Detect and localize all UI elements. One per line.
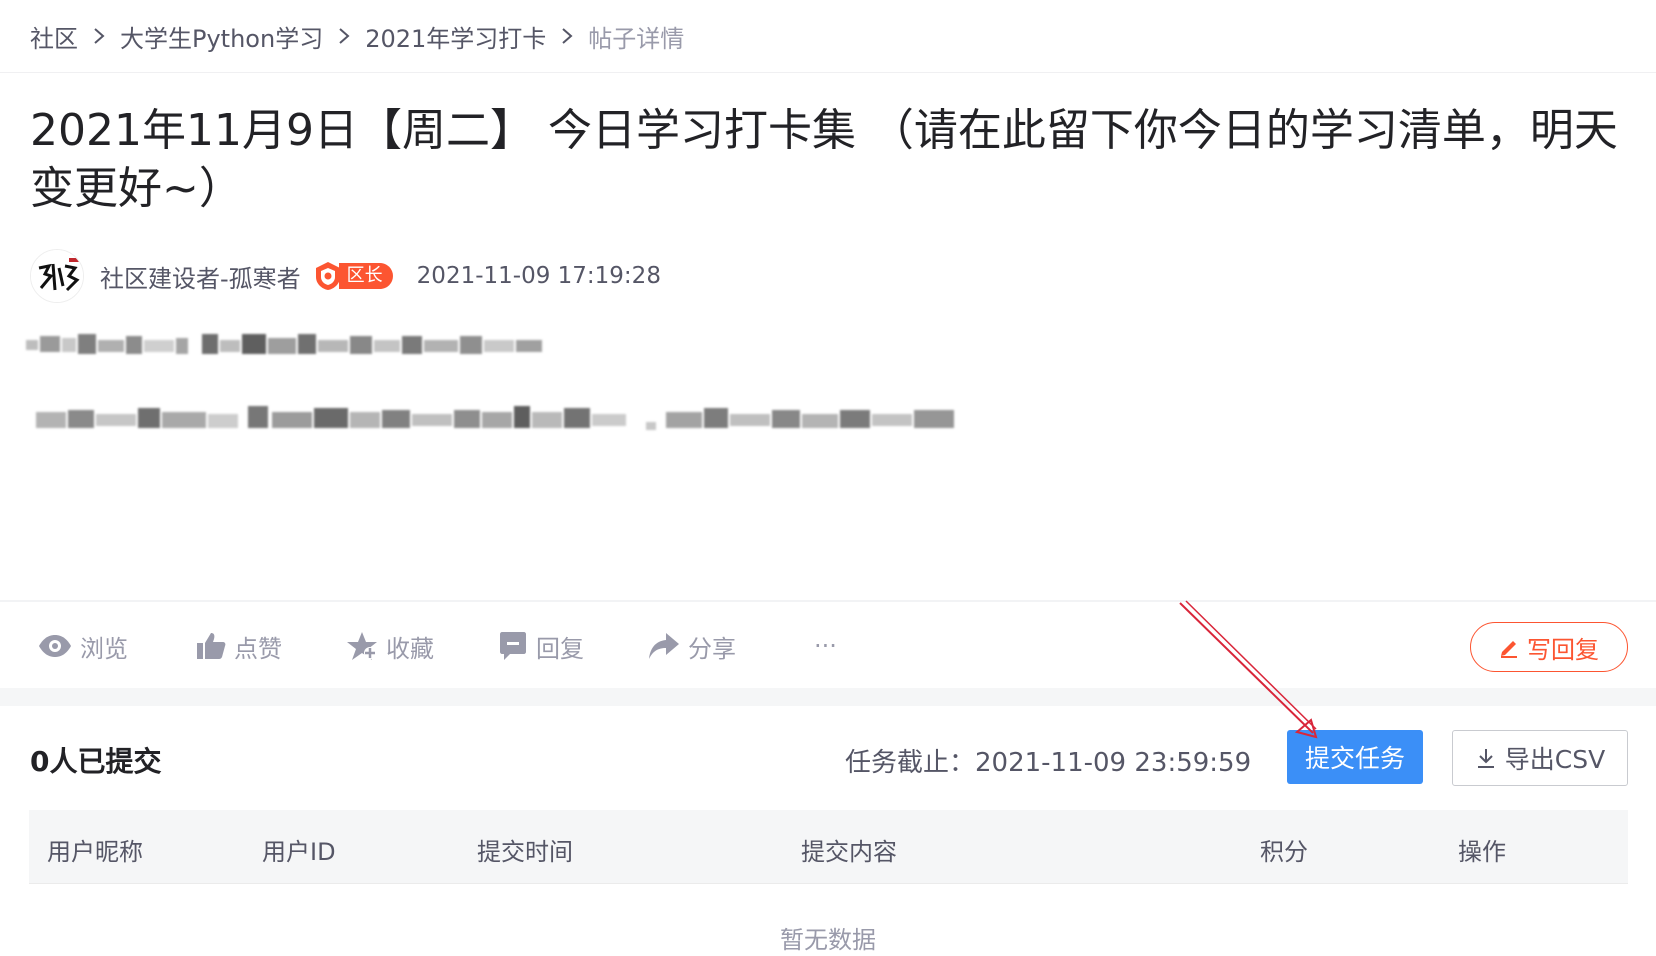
eye-icon (39, 635, 71, 657)
badge-label: 区长 (338, 263, 393, 289)
share-arrow-icon (649, 633, 679, 659)
chevron-right-icon (337, 26, 351, 46)
column-actions: 操作 (1458, 838, 1506, 866)
pencil-icon (1501, 641, 1517, 658)
avatar[interactable] (30, 249, 84, 303)
breadcrumb-group[interactable]: 大学生Python学习 (120, 19, 323, 54)
download-icon (1477, 749, 1494, 768)
write-reply-label: 写回复 (1527, 635, 1599, 664)
like-label: 点赞 (234, 634, 282, 663)
submitted-count: 0人已提交 (30, 745, 162, 778)
comment-icon (500, 632, 526, 660)
reply-action-button[interactable]: 回复 (498, 624, 584, 668)
column-nickname: 用户昵称 (47, 838, 143, 866)
breadcrumb-community[interactable]: 社区 (30, 19, 78, 54)
blurred-content-line-2 (36, 406, 954, 430)
author-info: 社区建设者-孤寒者 区长 2021-11-09 17:19:28 (30, 248, 661, 304)
column-submit-time: 提交时间 (477, 838, 573, 866)
export-csv-button[interactable]: 导出CSV (1452, 730, 1628, 786)
breadcrumb: 社区 大学生Python学习 2021年学习打卡 帖子详情 (30, 18, 684, 54)
export-csv-label: 导出CSV (1504, 745, 1606, 774)
submissions-table-header: 用户昵称 用户ID 提交时间 提交内容 积分 操作 (29, 810, 1628, 884)
like-button[interactable]: 点赞 (196, 624, 282, 668)
breadcrumb-current: 帖子详情 (588, 24, 685, 53)
reply-label: 回复 (536, 634, 584, 663)
author-name[interactable]: 社区建设者-孤寒者 (100, 259, 301, 294)
favorite-button[interactable]: 收藏 (346, 624, 434, 668)
post-time: 2021-11-09 17:19:28 (416, 263, 661, 289)
blurred-content-line-1 (26, 334, 542, 354)
submit-task-button[interactable]: 提交任务 (1287, 730, 1423, 784)
task-deadline: 任务截止：2021-11-09 23:59:59 (845, 748, 1252, 778)
thumbs-up-icon (197, 633, 226, 659)
chevron-right-icon (92, 26, 106, 46)
column-user-id: 用户ID (262, 838, 336, 866)
favorite-label: 收藏 (386, 634, 434, 663)
share-button[interactable]: 分享 (648, 624, 736, 668)
more-button[interactable]: ··· (814, 624, 837, 668)
column-submit-content: 提交内容 (801, 838, 897, 866)
write-reply-button[interactable]: 写回复 (1470, 622, 1628, 672)
more-icon: ··· (814, 632, 837, 660)
action-bar: 浏览 点赞 收藏 回复 分享 ··· 写回复 (0, 600, 1656, 688)
share-label: 分享 (688, 634, 736, 663)
post-title: 2021年11月9日【周二】 今日学习打卡集 （请在此留下你今日的学习清单，明天… (30, 105, 1618, 214)
divider (0, 72, 1656, 73)
view-button[interactable]: 浏览 (38, 624, 128, 668)
empty-state-text: 暂无数据 (780, 926, 876, 954)
section-divider (0, 688, 1656, 706)
star-icon (347, 632, 377, 660)
breadcrumb-checkin[interactable]: 2021年学习打卡 (365, 19, 546, 54)
chevron-right-icon (560, 26, 574, 46)
view-label: 浏览 (80, 634, 128, 663)
role-badge: 区长 (313, 261, 393, 291)
column-points: 积分 (1260, 838, 1308, 866)
